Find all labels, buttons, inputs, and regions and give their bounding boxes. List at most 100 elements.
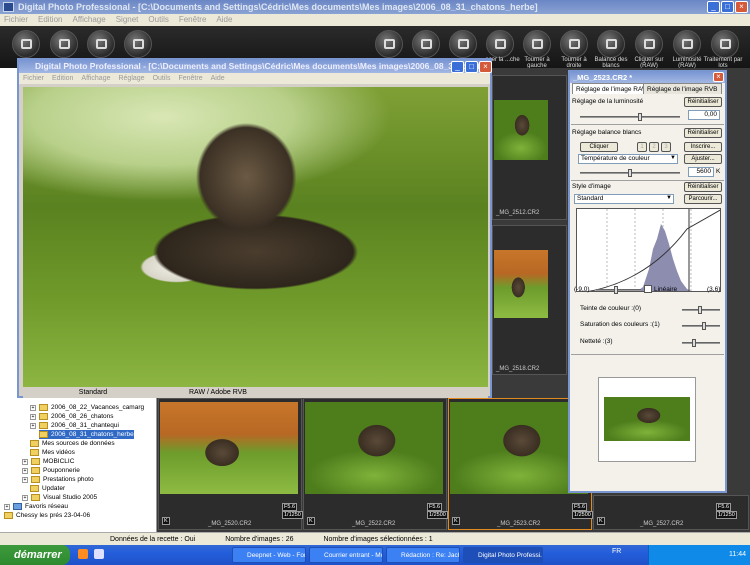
slider-knob[interactable] xyxy=(702,322,706,330)
tree-item-selected[interactable]: 2006_08_31_chatons_herbe xyxy=(39,430,134,439)
tree-item[interactable]: +2006_08_31_chantequi xyxy=(30,421,119,430)
close-icon[interactable]: × xyxy=(479,61,492,73)
maximize-icon[interactable]: □ xyxy=(465,61,478,73)
tree-item[interactable]: + Pouponnerie xyxy=(22,466,80,475)
taskbar-task-active[interactable]: Digital Photo Professi... xyxy=(463,547,543,563)
menu-file[interactable]: Fichier xyxy=(4,14,28,26)
rotate-right-button[interactable] xyxy=(560,30,588,58)
email-quicklaunch-icon[interactable] xyxy=(94,549,104,559)
minimize-icon[interactable]: _ xyxy=(451,61,464,73)
tree-item[interactable]: Updater xyxy=(30,484,65,493)
slider-knob[interactable] xyxy=(698,306,702,314)
toolbar-button-2[interactable] xyxy=(50,30,78,58)
thumbnail-image[interactable] xyxy=(305,402,443,494)
clock[interactable]: 11:44 xyxy=(729,551,746,558)
expand-icon[interactable]: + xyxy=(22,476,28,483)
toolbar-button-3[interactable] xyxy=(87,30,115,58)
preview-image[interactable] xyxy=(23,87,488,387)
toolbar-button-5[interactable] xyxy=(375,30,403,58)
chevron-down-icon[interactable]: ▼ xyxy=(670,155,676,161)
taskbar-task[interactable]: Rédaction : Re: Jach... xyxy=(386,547,460,563)
tab-rgb[interactable]: Réglage de l'image RVB xyxy=(643,83,722,94)
tree-item[interactable]: +2006_08_22_Vacances_camarg xyxy=(30,403,144,412)
menu-window[interactable]: Fenêtre xyxy=(178,73,202,84)
brightness-button[interactable] xyxy=(673,30,701,58)
menu-window[interactable]: Fenêtre xyxy=(179,14,207,26)
reset-brightness-button[interactable]: Réinitialiser xyxy=(684,97,722,107)
maximize-icon[interactable]: □ xyxy=(721,1,734,13)
language-indicator[interactable]: FR xyxy=(612,548,621,555)
toolbar-button-1[interactable] xyxy=(12,30,40,58)
click-wb-button[interactable] xyxy=(635,30,663,58)
menu-help[interactable]: Aide xyxy=(216,14,232,26)
slider-knob[interactable] xyxy=(614,286,618,294)
wb-mode-select[interactable]: Température de couleur xyxy=(578,154,678,164)
slider-knob[interactable] xyxy=(692,339,696,347)
expand-icon[interactable]: + xyxy=(30,404,36,411)
brightness-slider[interactable] xyxy=(580,113,680,121)
saturation-slider[interactable] xyxy=(682,322,720,330)
expand-icon[interactable]: + xyxy=(30,413,36,420)
taskbar-task[interactable]: Courrier entrant - Mo... xyxy=(309,547,383,563)
expand-icon[interactable]: + xyxy=(4,503,10,510)
menu-view[interactable]: Affichage xyxy=(81,73,110,84)
wb-preset-1[interactable]: 1 xyxy=(637,142,647,152)
tint-slider[interactable] xyxy=(682,306,720,314)
picture-style-select[interactable]: Standard xyxy=(574,194,674,204)
thumbnail-image[interactable] xyxy=(494,100,548,160)
register-wb-button[interactable]: Inscrire... xyxy=(684,142,722,152)
tree-item[interactable]: Mes vidéos xyxy=(30,448,75,457)
click-wb-button[interactable]: Cliquer xyxy=(580,142,618,152)
browse-style-button[interactable]: Parcourir... xyxy=(684,194,722,204)
tab-raw[interactable]: Réglage de l'image RAW xyxy=(572,83,653,94)
expand-icon[interactable]: + xyxy=(22,458,28,465)
thumbnail-image[interactable] xyxy=(494,250,548,318)
close-icon[interactable]: × xyxy=(713,72,724,82)
wb-preset-3[interactable]: 3 xyxy=(661,142,671,152)
linear-checkbox[interactable] xyxy=(644,285,652,293)
temperature-slider[interactable] xyxy=(580,169,680,177)
menu-file[interactable]: Fichier xyxy=(23,73,44,84)
navigator-thumbnail[interactable] xyxy=(604,397,690,441)
rotate-left-button[interactable] xyxy=(523,30,551,58)
tree-item[interactable]: Chessy les prés 23-04-06 xyxy=(4,511,90,520)
slider-knob[interactable] xyxy=(628,169,632,177)
tree-item[interactable]: + MOBICLIC xyxy=(22,457,74,466)
expand-icon[interactable]: + xyxy=(22,494,28,501)
close-icon[interactable]: × xyxy=(735,1,748,13)
start-button[interactable]: démarrer xyxy=(0,545,70,565)
tree-item[interactable]: Mes sources de données xyxy=(30,439,115,448)
menu-edit[interactable]: Edition xyxy=(52,73,73,84)
menu-help[interactable]: Aide xyxy=(211,73,225,84)
tone-curve-histogram[interactable] xyxy=(576,208,721,292)
menu-adjust[interactable]: Réglage xyxy=(118,73,144,84)
white-balance-button[interactable] xyxy=(597,30,625,58)
minimize-icon[interactable]: _ xyxy=(707,1,720,13)
toolbar-button-7[interactable] xyxy=(449,30,477,58)
tree-item[interactable]: +2006_08_26_chatons xyxy=(30,412,114,421)
expand-icon[interactable]: + xyxy=(22,467,28,474)
firefox-quicklaunch-icon[interactable] xyxy=(78,549,88,559)
tree-item[interactable]: + Visual Studio 2005 xyxy=(22,493,97,502)
wb-preset-2[interactable]: 2 xyxy=(649,142,659,152)
menu-tools[interactable]: Outils xyxy=(148,14,168,26)
dynamic-range-slider[interactable] xyxy=(596,286,641,294)
toolbar-button-8[interactable] xyxy=(486,30,514,58)
menu-edit[interactable]: Edition xyxy=(38,14,62,26)
tree-item[interactable]: + Favoris réseau xyxy=(4,502,68,511)
menu-view[interactable]: Affichage xyxy=(72,14,105,26)
expand-icon[interactable]: + xyxy=(30,422,36,429)
brightness-value[interactable]: 0,00 xyxy=(688,110,720,120)
tree-item[interactable]: + Prestations photo xyxy=(22,475,94,484)
reset-style-button[interactable]: Réinitialiser xyxy=(684,182,722,192)
slider-knob[interactable] xyxy=(638,113,642,121)
menu-tools[interactable]: Outils xyxy=(153,73,171,84)
batch-button[interactable] xyxy=(711,30,739,58)
sharpness-slider[interactable] xyxy=(682,339,720,347)
menu-bookmark[interactable]: Signet xyxy=(116,14,139,26)
taskbar-task[interactable]: Deepnet - Web - For... xyxy=(232,547,306,563)
toolbar-button-6[interactable] xyxy=(412,30,440,58)
chevron-down-icon[interactable]: ▼ xyxy=(666,195,672,201)
temperature-value[interactable]: 5600 xyxy=(688,167,714,177)
thumbnail-image[interactable] xyxy=(160,402,298,494)
